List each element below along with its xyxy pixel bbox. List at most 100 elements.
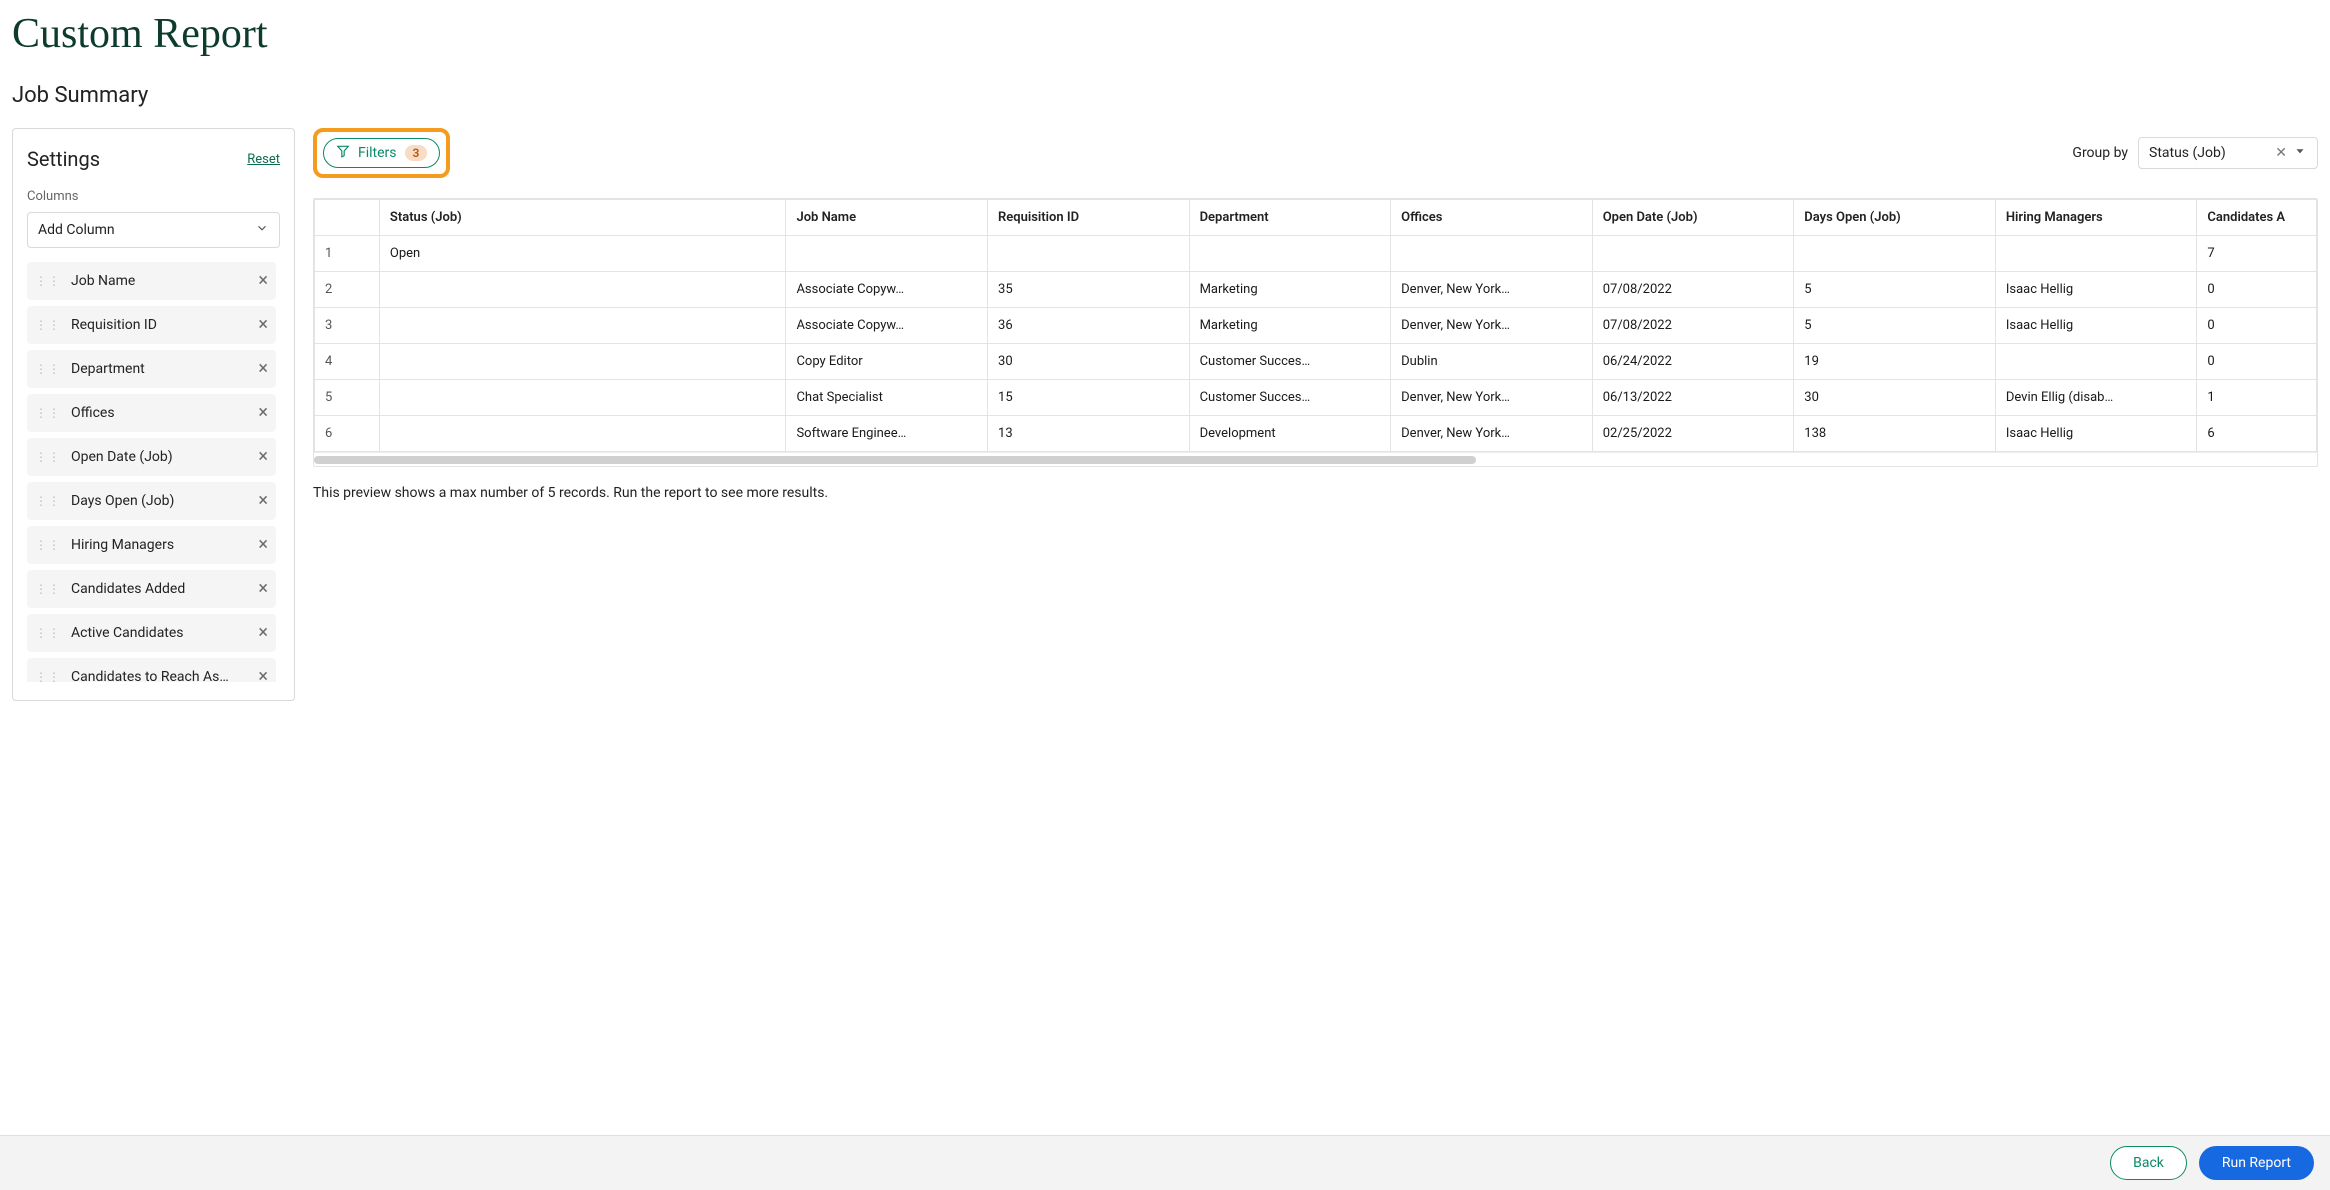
table-cell xyxy=(988,236,1190,272)
table-cell xyxy=(379,308,786,344)
table-cell: Devin Ellig (disab… xyxy=(1995,380,2197,416)
add-column-dropdown[interactable]: Add Column xyxy=(27,212,280,248)
column-item[interactable]: ⋮⋮Offices× xyxy=(27,394,276,432)
back-button[interactable]: Back xyxy=(2110,1146,2187,1180)
table-cell: 15 xyxy=(988,380,1190,416)
run-report-button[interactable]: Run Report xyxy=(2199,1146,2314,1180)
table-header-cell: Requisition ID xyxy=(988,200,1190,236)
table-cell: 06/13/2022 xyxy=(1592,380,1794,416)
remove-column-icon[interactable]: × xyxy=(258,492,268,510)
table-cell: Development xyxy=(1189,416,1391,452)
drag-handle-icon[interactable]: ⋮⋮ xyxy=(35,670,61,682)
columns-label: Columns xyxy=(27,189,280,204)
column-item[interactable]: ⋮⋮Job Name× xyxy=(27,262,276,300)
table-cell: 5 xyxy=(315,380,380,416)
drag-handle-icon[interactable]: ⋮⋮ xyxy=(35,538,61,552)
drag-handle-icon[interactable]: ⋮⋮ xyxy=(35,450,61,464)
filter-icon xyxy=(336,144,350,162)
add-column-label: Add Column xyxy=(38,222,115,238)
table-header-cell: Status (Job) xyxy=(379,200,786,236)
column-item[interactable]: ⋮⋮Candidates Added× xyxy=(27,570,276,608)
table-cell: Customer Succes… xyxy=(1189,380,1391,416)
table-cell: Marketing xyxy=(1189,272,1391,308)
data-table: Status (Job)Job NameRequisition IDDepart… xyxy=(314,199,2317,452)
preview-note: This preview shows a max number of 5 rec… xyxy=(313,485,2318,501)
column-item[interactable]: ⋮⋮Hiring Managers× xyxy=(27,526,276,564)
table-cell: 138 xyxy=(1794,416,1996,452)
table-cell: Associate Copyw… xyxy=(786,308,988,344)
column-item[interactable]: ⋮⋮ Days Open (Job) × xyxy=(27,482,276,520)
table-row: 3Associate Copyw…36MarketingDenver, New … xyxy=(315,308,2317,344)
column-item[interactable]: ⋮⋮Requisition ID× xyxy=(27,306,276,344)
column-item-label: Days Open (Job) xyxy=(71,493,174,509)
remove-column-icon[interactable]: × xyxy=(258,536,268,554)
remove-column-icon[interactable]: × xyxy=(258,580,268,598)
settings-title: Settings xyxy=(27,147,100,171)
table-cell: 13 xyxy=(988,416,1190,452)
column-item[interactable]: ⋮⋮Active Candidates× xyxy=(27,614,276,652)
table-cell: 0 xyxy=(2197,272,2317,308)
table-cell: 1 xyxy=(2197,380,2317,416)
column-item[interactable]: ⋮⋮Department× xyxy=(27,350,276,388)
table-cell: Chat Specialist xyxy=(786,380,988,416)
table-cell: 35 xyxy=(988,272,1190,308)
clear-icon[interactable]: ✕ xyxy=(2275,145,2287,161)
table-row: 4Copy Editor30Customer Succes…Dublin06/2… xyxy=(315,344,2317,380)
subtitle: Job Summary xyxy=(12,83,2318,108)
remove-column-icon[interactable]: × xyxy=(258,448,268,466)
table-row: 1Open7 xyxy=(315,236,2317,272)
table-cell: 5 xyxy=(1794,308,1996,344)
table-cell: Denver, New York… xyxy=(1391,416,1593,452)
table-cell xyxy=(379,272,786,308)
table-cell xyxy=(1189,236,1391,272)
table-cell: Customer Succes… xyxy=(1189,344,1391,380)
horizontal-scrollbar[interactable] xyxy=(314,452,2317,466)
drag-handle-icon[interactable]: ⋮⋮ xyxy=(35,318,61,332)
table-header-cell: Job Name xyxy=(786,200,988,236)
drag-handle-icon[interactable]: ⋮⋮ xyxy=(35,274,61,288)
remove-column-icon[interactable]: × xyxy=(258,316,268,334)
table-header-row: Status (Job)Job NameRequisition IDDepart… xyxy=(315,200,2317,236)
table-cell xyxy=(1995,236,2197,272)
drag-handle-icon[interactable]: ⋮⋮ xyxy=(35,626,61,640)
table-cell: 07/08/2022 xyxy=(1592,308,1794,344)
group-by-control: Group by Status (Job) ✕ xyxy=(2072,137,2318,169)
drag-handle-icon[interactable]: ⋮⋮ xyxy=(35,362,61,376)
table-cell: 36 xyxy=(988,308,1190,344)
table-cell: 0 xyxy=(2197,308,2317,344)
table-cell: Dublin xyxy=(1391,344,1593,380)
scrollbar-thumb[interactable] xyxy=(314,456,1476,464)
table-cell: 0 xyxy=(2197,344,2317,380)
remove-column-icon[interactable]: × xyxy=(258,272,268,290)
table-cell: Denver, New York… xyxy=(1391,272,1593,308)
table-body: 1Open72Associate Copyw…35MarketingDenver… xyxy=(315,236,2317,452)
table-cell: 1 xyxy=(315,236,380,272)
group-by-select[interactable]: Status (Job) ✕ xyxy=(2138,137,2318,169)
table-cell: 6 xyxy=(315,416,380,452)
table-cell xyxy=(1794,236,1996,272)
table-cell: Copy Editor xyxy=(786,344,988,380)
data-table-wrap: Status (Job)Job NameRequisition IDDepart… xyxy=(313,198,2318,467)
filters-button[interactable]: Filters 3 xyxy=(323,138,440,168)
table-cell xyxy=(379,380,786,416)
group-by-label: Group by xyxy=(2072,145,2128,161)
drag-handle-icon[interactable]: ⋮⋮ xyxy=(35,494,61,508)
remove-column-icon[interactable]: × xyxy=(258,360,268,378)
table-cell: 7 xyxy=(2197,236,2317,272)
filter-count-badge: 3 xyxy=(405,145,428,161)
table-cell: Isaac Hellig xyxy=(1995,272,2197,308)
main-area: Filters 3 Group by Status (Job) ✕ xyxy=(313,128,2318,501)
table-header-cell: Candidates A xyxy=(2197,200,2317,236)
drag-handle-icon[interactable]: ⋮⋮ xyxy=(35,582,61,596)
column-item[interactable]: ⋮⋮ Candidates to Reach Assess… × xyxy=(27,658,276,682)
remove-column-icon[interactable]: × xyxy=(258,404,268,422)
drag-handle-icon[interactable]: ⋮⋮ xyxy=(35,406,61,420)
table-header-cell: Days Open (Job) xyxy=(1794,200,1996,236)
reset-link[interactable]: Reset xyxy=(247,152,280,167)
remove-column-icon[interactable]: × xyxy=(258,624,268,642)
remove-column-icon[interactable]: × xyxy=(258,668,268,682)
table-cell: 07/08/2022 xyxy=(1592,272,1794,308)
table-cell: Isaac Hellig xyxy=(1995,416,2197,452)
column-item[interactable]: ⋮⋮Open Date (Job)× xyxy=(27,438,276,476)
column-item-label: Candidates to Reach Assess… xyxy=(71,669,231,682)
